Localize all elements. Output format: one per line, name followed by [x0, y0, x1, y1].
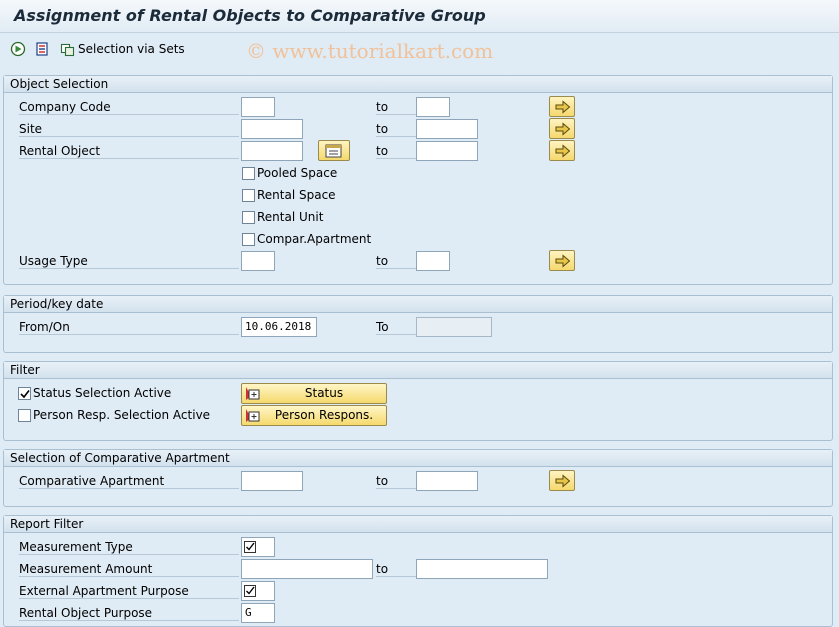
compar-apartment-checkbox[interactable] — [242, 233, 255, 246]
site-multiple-selection-button[interactable] — [549, 118, 575, 139]
rental-object-to-label: to — [376, 144, 416, 159]
selection-via-sets-button[interactable]: Selection via Sets — [78, 42, 185, 56]
measurement-type-label: Measurement Type — [19, 540, 239, 555]
external-apartment-purpose-checkbox[interactable] — [241, 581, 275, 601]
checkmark-icon — [244, 585, 256, 597]
status-selection-checkbox[interactable] — [18, 387, 31, 400]
report-filter-heading: Report Filter — [4, 516, 832, 533]
measurement-amount-to-input[interactable] — [416, 559, 548, 579]
usage-type-multiple-selection-button[interactable] — [549, 250, 575, 271]
person-resp-selection-checkbox[interactable] — [18, 409, 31, 422]
comparative-multiple-selection-button[interactable] — [549, 470, 575, 491]
site-label: Site — [19, 122, 239, 137]
checkmark-icon — [20, 390, 30, 399]
pooled-space-checkbox[interactable] — [242, 167, 255, 180]
object-selection-group: Object Selection Company Code to Site to… — [3, 75, 833, 285]
from-on-label: From/On — [19, 320, 239, 335]
rental-object-purpose-label: Rental Object Purpose — [19, 606, 239, 621]
comparative-apartment-from-input[interactable] — [241, 471, 303, 491]
application-toolbar: Selection via Sets © www.tutorialkart.co… — [0, 33, 839, 66]
filter-group: Filter Status Selection Active Person Re… — [3, 361, 833, 441]
title-bar: Assignment of Rental Objects to Comparat… — [0, 0, 839, 33]
company-code-from-input[interactable] — [241, 97, 275, 117]
status-button-label: Status — [304, 386, 344, 400]
page-title: Assignment of Rental Objects to Comparat… — [14, 6, 486, 25]
rental-object-matchcode-button[interactable] — [318, 140, 350, 161]
company-code-label: Company Code — [19, 100, 239, 115]
person-resp-selection-label: Person Resp. Selection Active — [33, 408, 211, 422]
rental-object-from-input[interactable] — [241, 141, 303, 161]
comparative-to-label: to — [376, 474, 416, 489]
selection-sets-icon[interactable] — [60, 41, 76, 57]
company-code-to-input[interactable] — [416, 97, 450, 117]
measurement-amount-from-input[interactable] — [241, 559, 373, 579]
report-filter-group: Report Filter Measurement Type Measureme… — [3, 515, 833, 627]
comparative-apartment-group: Selection of Comparative Apartment Compa… — [3, 449, 833, 507]
pooled-space-label: Pooled Space — [257, 166, 338, 180]
execute-icon[interactable] — [10, 41, 26, 57]
rental-unit-label: Rental Unit — [257, 210, 324, 224]
rental-space-label: Rental Space — [257, 188, 336, 202]
person-responsible-button-label: Person Respons. — [274, 408, 374, 422]
person-responsible-button[interactable]: Person Respons. — [241, 405, 387, 426]
rental-space-checkbox[interactable] — [242, 189, 255, 202]
compar-apartment-label: Compar.Apartment — [257, 232, 372, 246]
multiple-selection-icon — [245, 408, 261, 429]
period-to-label: To — [376, 320, 416, 335]
arrow-right-icon — [555, 144, 571, 158]
usage-type-label: Usage Type — [19, 254, 239, 269]
site-to-label: to — [376, 122, 416, 137]
external-apartment-purpose-label: External Apartment Purpose — [19, 584, 239, 599]
company-code-to-label: to — [376, 100, 416, 115]
checkmark-icon — [244, 541, 256, 553]
usage-type-to-input[interactable] — [416, 251, 450, 271]
multiple-selection-icon — [245, 386, 261, 407]
search-help-icon — [325, 144, 342, 158]
company-code-multiple-selection-button[interactable] — [549, 96, 575, 117]
comparative-apartment-to-input[interactable] — [416, 471, 478, 491]
comparative-apartment-label: Comparative Apartment — [19, 474, 239, 489]
arrow-right-icon — [555, 100, 571, 114]
rental-object-purpose-input[interactable]: G — [241, 603, 275, 623]
rental-unit-checkbox[interactable] — [242, 211, 255, 224]
usage-type-to-label: to — [376, 254, 416, 269]
arrow-right-icon — [555, 254, 571, 268]
usage-type-from-input[interactable] — [241, 251, 275, 271]
rental-object-to-input[interactable] — [416, 141, 478, 161]
get-variant-icon[interactable] — [34, 41, 50, 57]
comparative-heading: Selection of Comparative Apartment — [4, 450, 832, 467]
rental-object-label: Rental Object — [19, 144, 239, 159]
site-from-input[interactable] — [241, 119, 303, 139]
from-on-input[interactable]: 10.06.2018 — [241, 317, 317, 337]
period-key-date-group: Period/key date From/On 10.06.2018 To — [3, 295, 833, 353]
watermark: © www.tutorialkart.com — [246, 39, 494, 63]
period-heading: Period/key date — [4, 296, 832, 313]
arrow-right-icon — [555, 474, 571, 488]
status-selection-label: Status Selection Active — [33, 386, 172, 400]
object-selection-heading: Object Selection — [4, 76, 832, 93]
rental-object-multiple-selection-button[interactable] — [549, 140, 575, 161]
period-to-input — [416, 317, 492, 337]
filter-heading: Filter — [4, 362, 832, 379]
arrow-right-icon — [555, 122, 571, 136]
site-to-input[interactable] — [416, 119, 478, 139]
status-button[interactable]: Status — [241, 383, 387, 404]
measurement-type-checkbox[interactable] — [241, 537, 275, 557]
measurement-amount-label: Measurement Amount — [19, 562, 239, 577]
measurement-amount-to-label: to — [376, 562, 416, 577]
